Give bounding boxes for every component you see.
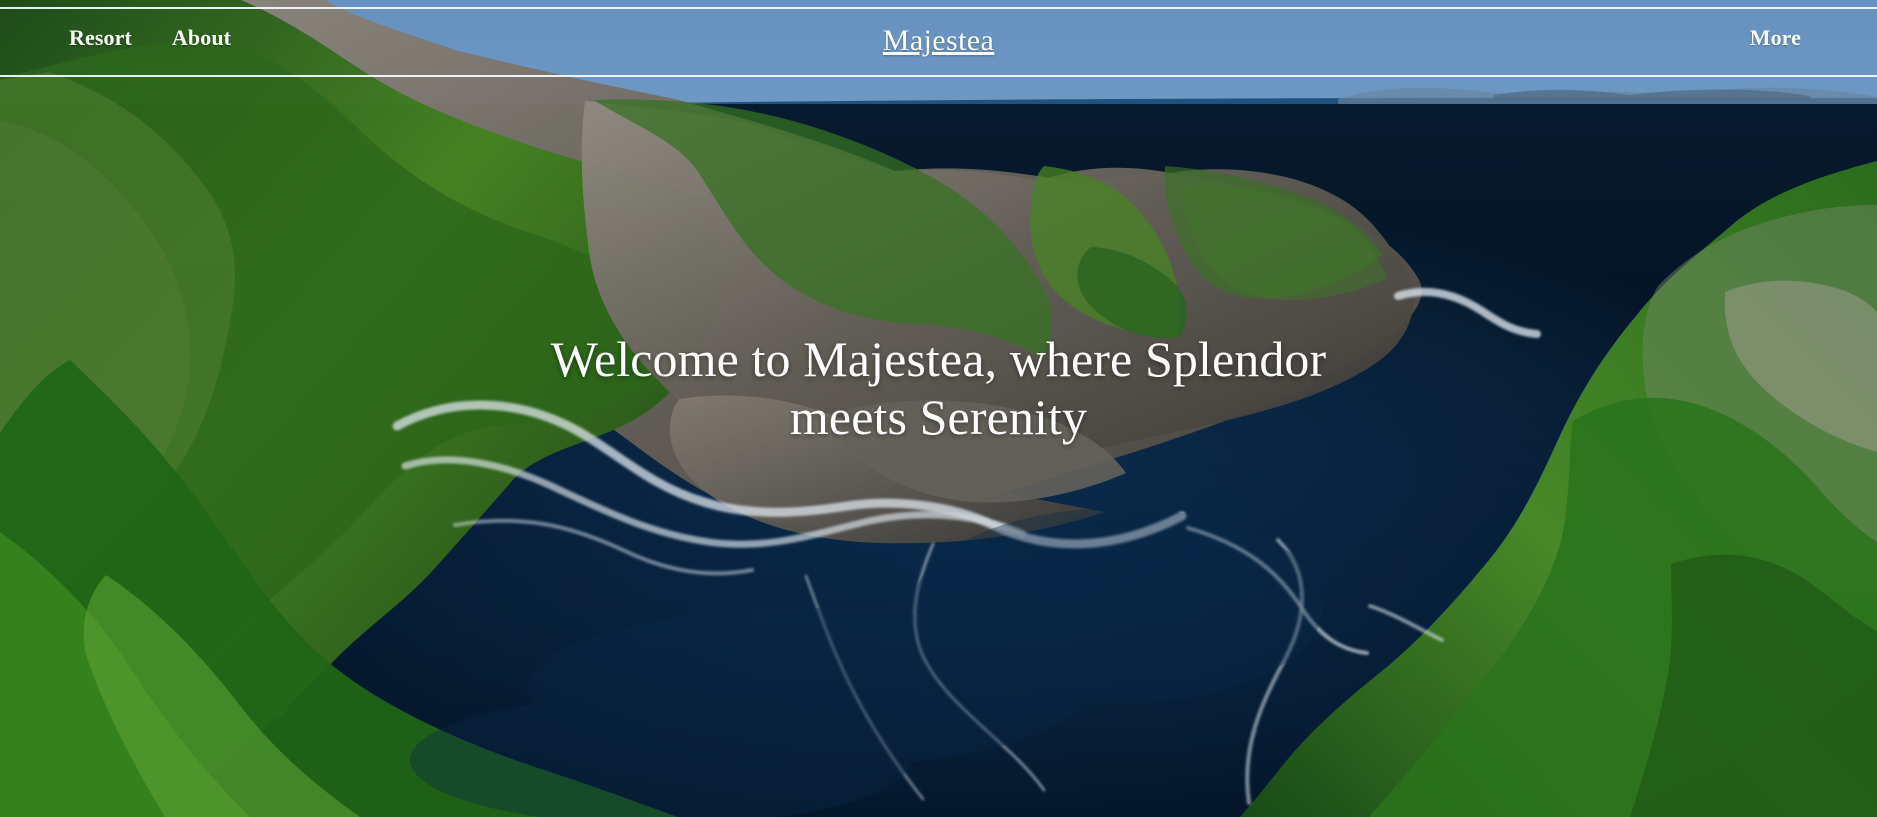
nav-link-more[interactable]: More [1750, 27, 1801, 49]
left-navigation-links: Resort About [69, 27, 231, 49]
hero-headline: Welcome to Majestea, where Splendor meet… [550, 331, 1327, 445]
nav-link-resort[interactable]: Resort [69, 27, 132, 49]
navigation-divider-line [0, 75, 1877, 77]
nav-link-about[interactable]: About [172, 27, 231, 49]
top-navigation: Resort About Majestea More [0, 8, 1877, 75]
hero-section: Resort About Majestea More Welcome to Ma… [0, 0, 1877, 817]
brand-logo-text[interactable]: Majestea [883, 26, 994, 56]
